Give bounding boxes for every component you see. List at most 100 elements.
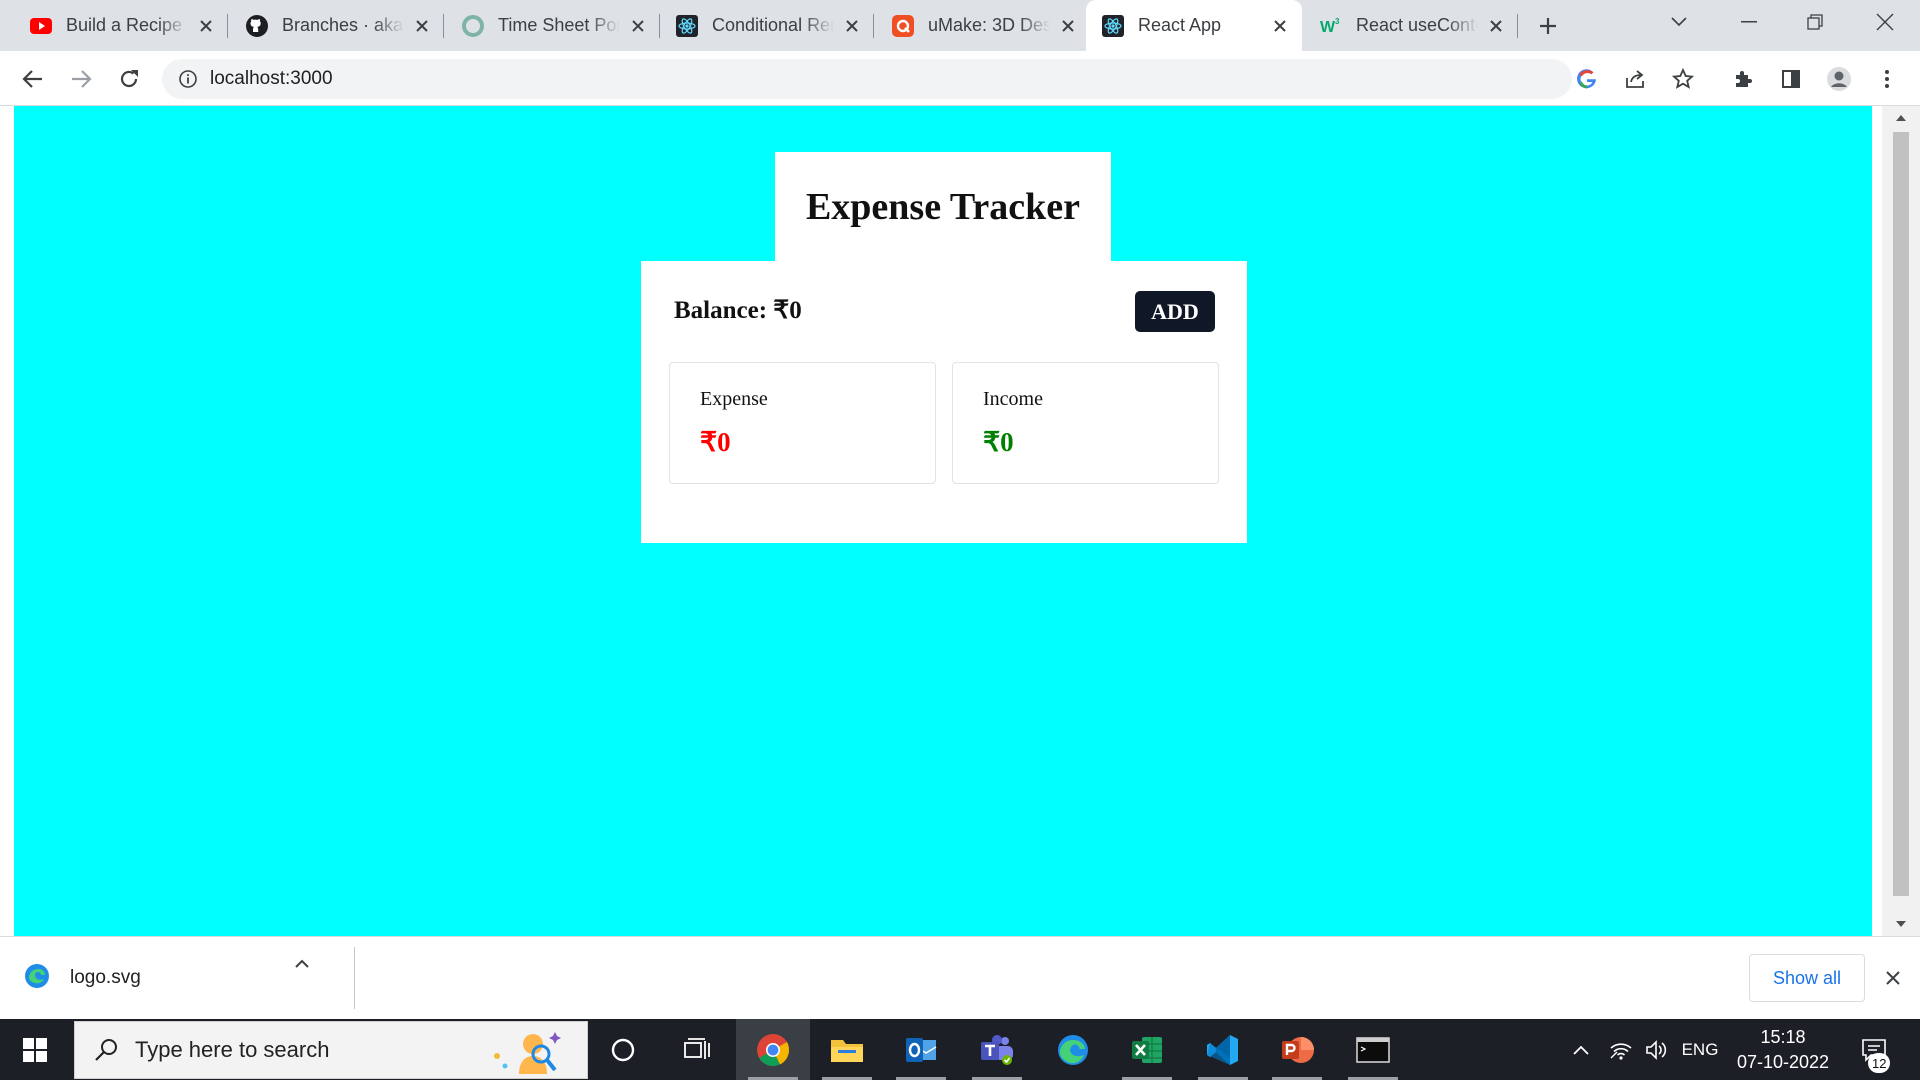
scroll-up-arrow-icon[interactable] [1893,110,1909,126]
tab-separator [1517,14,1518,38]
tab-separator [227,14,228,38]
restore-button[interactable] [1782,0,1848,44]
forward-button[interactable] [66,64,96,94]
react-icon [1102,14,1124,37]
close-icon[interactable] [1268,14,1292,38]
edge-file-icon [24,963,50,994]
show-all-button[interactable]: Show all [1749,954,1865,1002]
svg-text:W: W [1320,19,1336,36]
app-header: Expense Tracker [775,152,1111,262]
w3schools-icon: W3 [1320,15,1342,37]
new-tab-button[interactable] [1530,12,1566,40]
tab-github[interactable]: Branches · akash [230,0,444,51]
tab-title: React App [1138,15,1222,35]
notification-badge: 12 [1868,1053,1891,1073]
windows-start-icon[interactable] [0,1019,70,1080]
excel-icon[interactable] [1110,1019,1184,1080]
svg-text:3: 3 [1335,17,1340,26]
income-card: Income ₹0 [952,362,1219,484]
search-highlight-icon [489,1026,565,1076]
windows-taskbar: Type here to search ENG 15:18 07-10-2022… [0,1019,1920,1080]
wifi-icon[interactable] [1604,1019,1638,1080]
expense-amount: ₹0 [700,427,731,457]
search-placeholder[interactable]: Type here to search [135,1037,329,1063]
tab-react-app[interactable]: React App [1086,0,1302,51]
tab-title: uMake: 3D Design [928,15,1050,35]
close-icon[interactable] [1880,965,1906,991]
tracker-panel: Balance: ₹0 ADD Expense ₹0 Income ₹0 [641,261,1247,543]
close-icon[interactable] [410,14,434,38]
vscode-icon[interactable] [1186,1019,1260,1080]
tab-separator [873,14,874,38]
tab-separator [443,14,444,38]
expense-label: Expense [700,388,768,410]
side-panel-icon[interactable] [1776,64,1806,94]
tab-conditional-rendering[interactable]: Conditional Rendering [660,0,874,51]
search-icon [91,1035,121,1065]
income-label: Income [983,388,1043,410]
add-button[interactable]: ADD [1135,291,1215,332]
vertical-scrollbar[interactable] [1882,106,1920,936]
clock-time: 15:18 [1760,1027,1806,1047]
chevron-up-icon[interactable] [1564,1019,1598,1080]
file-explorer-icon[interactable] [810,1019,884,1080]
language-indicator[interactable]: ENG [1676,1019,1724,1080]
close-icon[interactable] [194,14,218,38]
extensions-icon[interactable] [1728,64,1758,94]
share-icon[interactable] [1620,64,1650,94]
tab-timesheet[interactable]: Time Sheet Portal [446,0,660,51]
browser-toolbar: localhost:3000 [0,51,1920,106]
tab-umake[interactable]: uMake: 3D Design [876,0,1090,51]
tab-title: Time Sheet Portal [498,15,620,35]
chrome-taskbar-icon[interactable] [736,1019,810,1080]
expense-card: Expense ₹0 [669,362,936,484]
close-icon[interactable] [626,14,650,38]
clock-date: 07-10-2022 [1736,1052,1830,1072]
tab-title: React useContext [1356,15,1478,35]
window-close-button[interactable] [1852,0,1918,44]
cortana-icon[interactable] [586,1019,660,1080]
income-amount: ₹0 [983,427,1014,457]
profile-avatar-icon[interactable] [1824,64,1854,94]
address-bar[interactable]: localhost:3000 [162,59,1572,99]
bookmark-star-icon[interactable] [1668,64,1698,94]
expense-tracker-page: Expense Tracker Balance: ₹0 ADD Expense … [14,106,1872,936]
powerpoint-icon[interactable] [1260,1019,1334,1080]
google-lens-icon[interactable] [1572,64,1602,94]
react-icon [676,14,698,37]
volume-icon[interactable] [1638,1019,1674,1080]
taskbar-clock[interactable]: 15:18 07-10-2022 [1728,1025,1838,1075]
terminal-icon[interactable] [1336,1019,1410,1080]
minimize-button[interactable] [1716,0,1782,44]
info-icon[interactable] [176,67,200,91]
umake-icon [892,14,914,37]
shelf-divider [354,947,355,1009]
github-icon [246,14,268,37]
tab-search-button[interactable] [1646,0,1712,44]
download-shelf: logo.svg Show all [0,936,1920,1019]
tab-w3schools[interactable]: W3 React useContext [1304,0,1518,51]
close-icon[interactable] [1484,14,1508,38]
back-button[interactable] [18,64,48,94]
scroll-thumb[interactable] [1893,132,1909,896]
page-title: Expense Tracker [805,186,1081,228]
tab-strip: Build a Recipe App Branches · akash Time… [0,0,1920,51]
download-file-name: logo.svg [70,967,141,988]
tab-youtube[interactable]: Build a Recipe App [14,0,228,51]
task-view-icon[interactable] [660,1019,734,1080]
edge-icon[interactable] [1036,1019,1110,1080]
scroll-down-arrow-icon[interactable] [1893,916,1909,932]
chevron-up-icon[interactable] [290,952,314,976]
reload-button[interactable] [114,64,144,94]
close-icon[interactable] [1056,14,1080,38]
tab-title: Build a Recipe App [66,15,188,35]
tab-title: Conditional Rendering [712,15,834,35]
url-text[interactable]: localhost:3000 [210,68,333,90]
tab-title: Branches · akash [282,15,404,35]
teams-icon[interactable] [960,1019,1034,1080]
taskbar-search[interactable]: Type here to search [74,1021,588,1079]
browser-menu-icon[interactable] [1872,64,1902,94]
outlook-icon[interactable] [884,1019,958,1080]
close-icon[interactable] [840,14,864,38]
page-viewport: Expense Tracker Balance: ₹0 ADD Expense … [0,106,1920,936]
